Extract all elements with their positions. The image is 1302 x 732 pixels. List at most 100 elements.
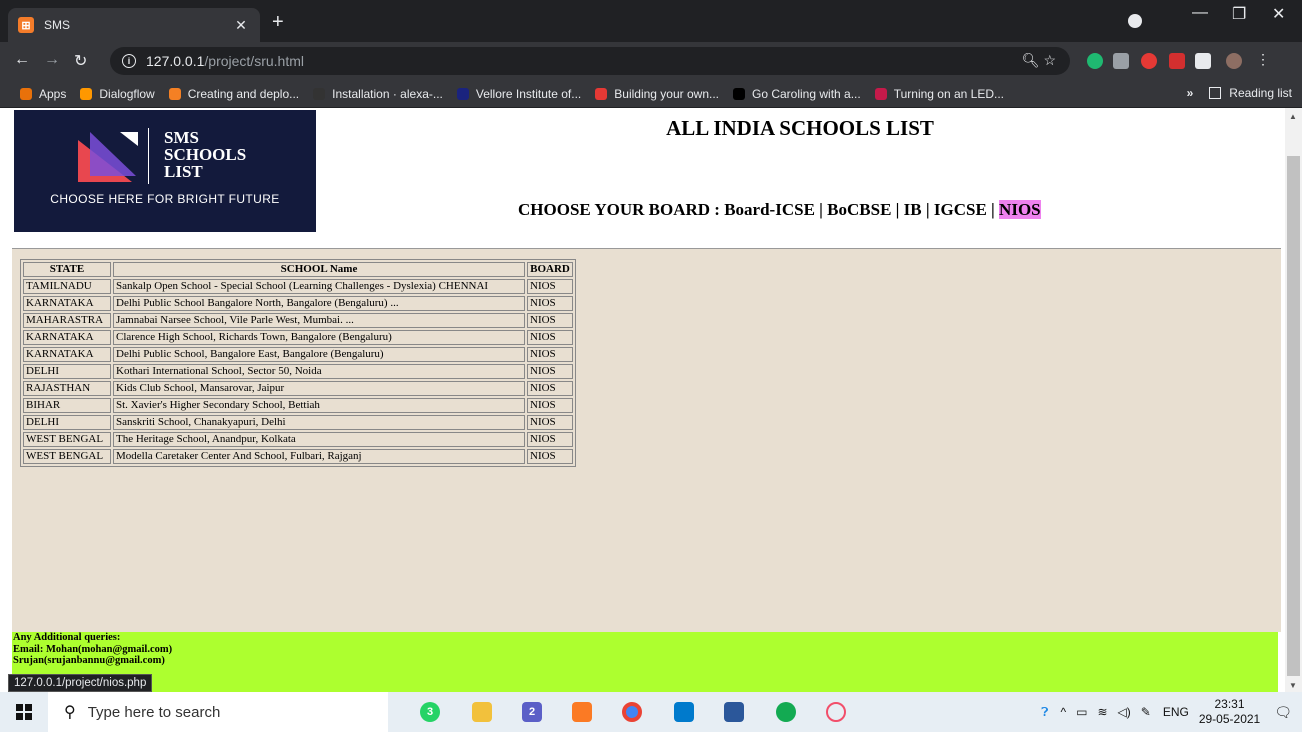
close-tab-icon[interactable]: ✕ bbox=[232, 17, 250, 34]
dialogflow-icon bbox=[80, 87, 93, 100]
bookmark-item[interactable]: Turning on an LED... bbox=[874, 87, 1004, 101]
minimize-icon[interactable]: — bbox=[1192, 4, 1208, 22]
back-arrow-icon[interactable]: ← bbox=[14, 51, 30, 69]
extensions-puzzle-icon[interactable] bbox=[1195, 53, 1211, 69]
bookmark-label: Building your own... bbox=[614, 86, 719, 101]
school-name-cell: Sankalp Open School - Special School (Le… bbox=[113, 279, 525, 294]
shield-extension-icon[interactable] bbox=[1113, 53, 1129, 69]
reload-icon[interactable]: ↻ bbox=[74, 51, 87, 71]
restore-icon[interactable]: ❐ bbox=[1232, 4, 1246, 24]
avatar[interactable] bbox=[1226, 53, 1242, 69]
stackoverflow-icon bbox=[168, 87, 181, 100]
state-cell: WEST BENGAL bbox=[23, 432, 111, 447]
state-cell: BIHAR bbox=[23, 398, 111, 413]
table-row: MAHARASTRA Jamnabai Narsee School, Vile P… bbox=[23, 313, 573, 328]
school-name-cell: The Heritage School, Anandpur, Kolkata bbox=[113, 432, 525, 447]
menu-kebab-icon[interactable]: ⋮ bbox=[1256, 51, 1272, 67]
profile-icon[interactable] bbox=[1128, 14, 1142, 28]
board-selector: CHOOSE YOUR BOARD : Board-ICSE | BoCBSE … bbox=[518, 200, 1041, 219]
site-info-icon[interactable]: i bbox=[122, 54, 136, 68]
state-cell: KARNATAKA bbox=[23, 296, 111, 311]
grammarly-extension-icon[interactable] bbox=[1087, 53, 1103, 69]
whatsapp-icon[interactable]: 3 bbox=[420, 702, 440, 722]
bookmark-item[interactable]: Installation · alexa-... bbox=[313, 87, 443, 101]
url-path: /project/sru.html bbox=[204, 53, 304, 69]
state-cell: RAJASTHAN bbox=[23, 381, 111, 396]
board-cell: NIOS bbox=[527, 415, 573, 430]
upwork-icon bbox=[595, 87, 608, 100]
windows-start-icon[interactable] bbox=[16, 704, 32, 720]
browser-tab-strip: ⊞ SMS ✕ + — ❐ ✕ bbox=[0, 0, 1302, 42]
page-scrollbar[interactable]: ▲ ▼ bbox=[1285, 108, 1302, 692]
school-name-cell: Clarence High School, Richards Town, Ban… bbox=[113, 330, 525, 345]
vit-icon bbox=[456, 87, 469, 100]
bookmark-item[interactable]: Dialogflow bbox=[80, 87, 155, 101]
wifi-icon[interactable]: ≋ bbox=[1097, 705, 1107, 719]
logo-divider bbox=[148, 128, 149, 184]
mongodb-compass-icon[interactable] bbox=[776, 702, 796, 722]
scroll-thumb[interactable] bbox=[1287, 156, 1300, 676]
forward-arrow-icon[interactable]: → bbox=[44, 51, 60, 69]
school-name-cell: Jamnabai Narsee School, Vile Parle West,… bbox=[113, 313, 525, 328]
taskbar-clock[interactable]: 23:31 29-05-2021 bbox=[1199, 697, 1260, 727]
page-title: ALL INDIA SCHOOLS LIST bbox=[666, 116, 934, 140]
column-header-school: SCHOOL Name bbox=[113, 262, 525, 277]
bookmark-item[interactable]: Building your own... bbox=[595, 87, 719, 101]
close-window-icon[interactable]: ✕ bbox=[1272, 4, 1285, 24]
table-row: KARNATAKA Delhi Public School, Bangalore … bbox=[23, 347, 573, 362]
reading-list-icon[interactable] bbox=[1209, 87, 1222, 99]
board-link-icse[interactable]: Board-ICSE bbox=[724, 200, 815, 219]
language-indicator[interactable]: ENG bbox=[1163, 705, 1189, 719]
bookmark-item[interactable]: Vellore Institute of... bbox=[456, 87, 581, 101]
chevron-up-icon[interactable]: ^ bbox=[1060, 705, 1066, 719]
more-bookmarks-button[interactable]: » bbox=[1187, 86, 1194, 100]
logo-triangles-icon bbox=[78, 132, 138, 182]
word-icon[interactable] bbox=[724, 702, 744, 722]
help-icon[interactable]: ❓︎ bbox=[1041, 705, 1048, 720]
bookmark-label: Installation · alexa-... bbox=[332, 86, 443, 101]
taskbar-search-input[interactable]: ⚲ Type here to search bbox=[48, 692, 388, 732]
table-header-row: STATE SCHOOL Name BOARD bbox=[23, 262, 573, 277]
clock-time: 23:31 bbox=[1214, 697, 1245, 711]
scroll-up-icon[interactable]: ▲ bbox=[1289, 112, 1297, 121]
board-cell: NIOS bbox=[527, 296, 573, 311]
xampp-icon[interactable] bbox=[572, 702, 592, 722]
state-cell: WEST BENGAL bbox=[23, 449, 111, 464]
board-link-cbse[interactable]: BoCBSE bbox=[827, 200, 891, 219]
bookmarks-right: » Reading list bbox=[1187, 86, 1292, 100]
school-name-cell: Kids Club School, Mansarovar, Jaipur bbox=[113, 381, 525, 396]
address-bar[interactable]: i 127.0.0.1/project/sru.html 🔍︎ ☆ bbox=[110, 47, 1070, 75]
battery-icon[interactable]: ▭ bbox=[1076, 705, 1087, 719]
adblock-extension-icon[interactable] bbox=[1141, 53, 1157, 69]
table-row: DELHI Kothari International School, Secto… bbox=[23, 364, 573, 379]
pen-icon[interactable]: ✎ bbox=[1141, 705, 1151, 719]
snipping-tool-icon[interactable] bbox=[826, 702, 846, 722]
logo-tagline: CHOOSE HERE FOR BRIGHT FUTURE bbox=[50, 192, 280, 206]
board-link-nios[interactable]: NIOS bbox=[999, 200, 1041, 219]
volume-icon[interactable]: ◁) bbox=[1118, 705, 1131, 719]
page-content: SMS SCHOOLS LIST CHOOSE HERE FOR BRIGHT … bbox=[0, 108, 1285, 692]
board-link-ib[interactable]: IB bbox=[904, 200, 922, 219]
reading-list-button[interactable]: Reading list bbox=[1229, 86, 1292, 100]
browser-tab[interactable]: ⊞ SMS ✕ bbox=[8, 8, 260, 42]
school-name-cell: St. Xavier's Higher Secondary School, Be… bbox=[113, 398, 525, 413]
url-host: 127.0.0.1 bbox=[146, 53, 205, 69]
new-tab-plus-icon[interactable]: + bbox=[272, 12, 284, 32]
clock-date: 29-05-2021 bbox=[1198, 712, 1261, 726]
bookmark-item[interactable]: Go Caroling with a... bbox=[733, 87, 861, 101]
vscode-icon[interactable] bbox=[674, 702, 694, 722]
board-link-igcse[interactable]: IGCSE bbox=[934, 200, 987, 219]
bookmark-item[interactable]: Apps bbox=[20, 87, 66, 101]
zoom-star-icons[interactable]: 🔍︎ ☆ bbox=[1022, 52, 1056, 69]
board-cell: NIOS bbox=[527, 330, 573, 345]
board-cell: NIOS bbox=[527, 381, 573, 396]
bookmark-item[interactable]: Creating and deplo... bbox=[168, 87, 299, 101]
school-name-cell: Delhi Public School, Bangalore East, Ban… bbox=[113, 347, 525, 362]
teams-icon[interactable]: 2 bbox=[522, 702, 542, 722]
file-explorer-icon[interactable] bbox=[472, 702, 492, 722]
scroll-down-icon[interactable]: ▼ bbox=[1289, 681, 1297, 690]
notifications-icon[interactable]: 🗨︎ bbox=[1274, 704, 1292, 721]
chrome-icon[interactable] bbox=[622, 702, 642, 722]
column-header-board: BOARD bbox=[527, 262, 573, 277]
tp-extension-icon[interactable] bbox=[1169, 53, 1185, 69]
